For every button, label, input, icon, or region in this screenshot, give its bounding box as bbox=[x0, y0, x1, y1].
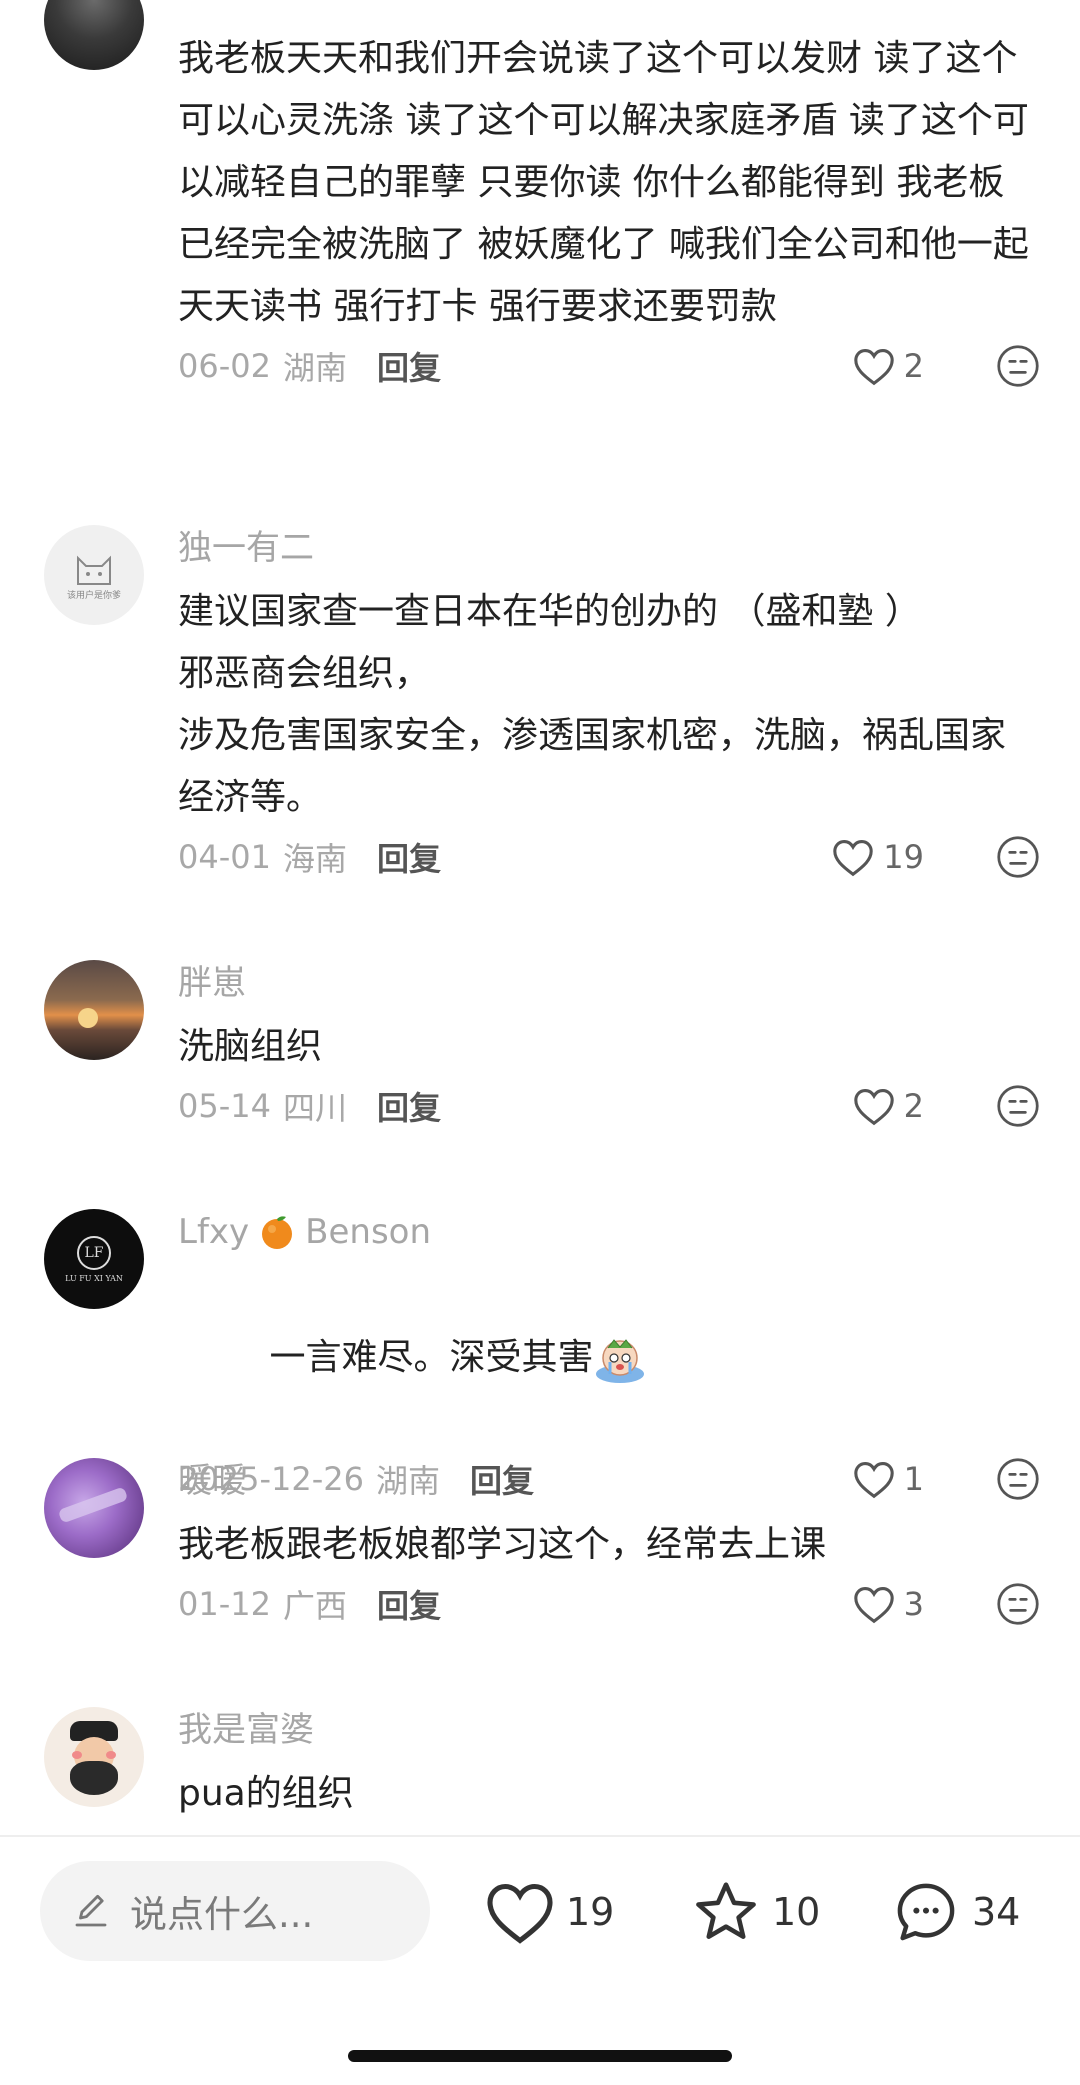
author-name-part: Lfxy bbox=[178, 1212, 250, 1252]
avatar-caption: LU FU XI YAN bbox=[65, 1273, 123, 1283]
neutral-face-icon[interactable] bbox=[996, 1084, 1040, 1128]
comment-text: 一言难尽。深受其害 bbox=[178, 1265, 1040, 1451]
like-button[interactable]: 19 bbox=[831, 829, 924, 885]
heart-icon bbox=[833, 839, 874, 877]
comment-author[interactable]: 胖崽 bbox=[178, 960, 1040, 1006]
bottom-action-bar: 说点什么... 19 10 34 bbox=[0, 1837, 1080, 2085]
favorite-button[interactable]: 10 bbox=[690, 1879, 820, 1945]
reply-button[interactable]: 回复 bbox=[377, 1083, 441, 1129]
neutral-face-icon[interactable] bbox=[996, 835, 1040, 879]
comment-text: pua的组织 bbox=[178, 1773, 354, 1814]
comment-count: 34 bbox=[972, 1890, 1021, 1934]
comment-text: 建议国家查一查日本在华的创办的 （盛和塾 ） 邪恶商会组织， 涉及危害国家安全，… bbox=[178, 591, 1007, 818]
like-button[interactable]: 2 bbox=[852, 338, 924, 394]
reply-button[interactable]: 回复 bbox=[377, 343, 441, 389]
comment-location: 湖南 bbox=[282, 349, 347, 387]
like-button[interactable]: 3 bbox=[852, 1576, 924, 1632]
neutral-face-icon[interactable] bbox=[996, 1582, 1040, 1626]
comment-author[interactable]: Lfxy Benson bbox=[178, 1209, 1040, 1255]
comment-text: 我老板跟老板娘都学习这个，经常去上课 bbox=[178, 1524, 827, 1565]
avatar[interactable]: LF LU FU XI YAN bbox=[44, 1209, 144, 1309]
comment-location: 海南 bbox=[282, 840, 347, 878]
comment-location: 广西 bbox=[282, 1587, 347, 1625]
chat-bubble-icon bbox=[897, 1883, 955, 1941]
crying-emoji-icon bbox=[595, 1339, 644, 1383]
comment-author[interactable]: 独一有二 bbox=[178, 525, 1040, 571]
comment-meta: 04-01 海南 回复 19 bbox=[178, 829, 1040, 885]
comment-date: 01-12 bbox=[178, 1585, 271, 1623]
like-count: 2 bbox=[903, 1087, 924, 1125]
comment-meta: 01-12 广西 回复 3 bbox=[178, 1576, 1040, 1632]
heart-icon bbox=[853, 1586, 894, 1624]
orange-emoji-icon bbox=[262, 1216, 293, 1249]
comment-location: 四川 bbox=[282, 1089, 347, 1127]
avatar[interactable] bbox=[44, 1458, 144, 1558]
comment-meta: 06-02 湖南 回复 2 bbox=[178, 338, 1040, 394]
comment-date: 04-01 bbox=[178, 838, 271, 876]
comment-list: 我老板天天和我们开会说读了这个可以发财 读了这个可以心灵洗涤 读了这个可以解决家… bbox=[0, 0, 1080, 1835]
comment-date: 05-14 bbox=[178, 1087, 271, 1125]
avatar[interactable]: 该用户是你爹 bbox=[44, 525, 144, 625]
neutral-face-icon[interactable] bbox=[996, 344, 1040, 388]
author-name-part: Benson bbox=[305, 1212, 432, 1252]
avatar[interactable] bbox=[44, 1707, 144, 1807]
reply-button[interactable]: 回复 bbox=[377, 1581, 441, 1627]
home-indicator[interactable] bbox=[348, 2050, 732, 2062]
comment-text: 洗脑组织 bbox=[178, 1026, 323, 1067]
logo-mark: LF bbox=[77, 1235, 111, 1270]
cat-icon bbox=[77, 555, 111, 585]
comment-text: 我老板天天和我们开会说读了这个可以发财 读了这个可以心灵洗涤 读了这个可以解决家… bbox=[178, 38, 1029, 327]
avatar[interactable] bbox=[44, 960, 144, 1060]
comment-author[interactable]: 暖暖 bbox=[178, 1458, 1040, 1504]
heart-icon bbox=[853, 1088, 894, 1126]
comment-text-content: 一言难尽。深受其害 bbox=[269, 1337, 594, 1378]
reply-button[interactable]: 回复 bbox=[377, 834, 441, 880]
star-icon bbox=[696, 1882, 756, 1939]
comments-button[interactable]: 34 bbox=[890, 1879, 1020, 1945]
comment-author[interactable]: 我是富婆 bbox=[178, 1707, 1040, 1753]
avatar[interactable] bbox=[44, 0, 144, 70]
like-post-button[interactable]: 19 bbox=[484, 1879, 614, 1945]
like-count: 19 bbox=[883, 838, 924, 876]
comment-input-placeholder: 说点什么... bbox=[130, 1893, 314, 1936]
like-count: 2 bbox=[903, 347, 924, 385]
heart-icon bbox=[853, 348, 894, 386]
pencil-icon bbox=[75, 1894, 107, 1927]
post-like-count: 19 bbox=[566, 1890, 615, 1934]
heart-icon bbox=[487, 1883, 553, 1944]
favorite-count: 10 bbox=[772, 1890, 821, 1934]
comment-date: 06-02 bbox=[178, 347, 271, 385]
comment-meta: 05-14 四川 回复 2 bbox=[178, 1078, 1040, 1134]
like-count: 3 bbox=[903, 1585, 924, 1623]
avatar-caption: 该用户是你爹 bbox=[66, 590, 121, 601]
comment-input[interactable]: 说点什么... bbox=[40, 1861, 430, 1961]
like-button[interactable]: 2 bbox=[852, 1078, 924, 1134]
